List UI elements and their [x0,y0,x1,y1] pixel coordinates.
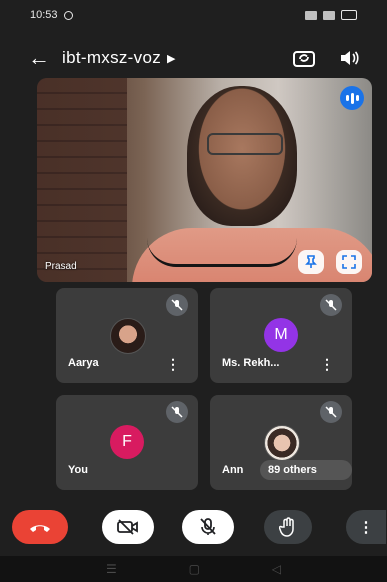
avatar [110,318,146,354]
participant-name: Ms. Rekh... [222,357,280,369]
status-bar: 10:53 [0,0,387,30]
avatar: M [264,318,298,352]
participant-name: You [68,464,88,476]
fullscreen-button[interactable] [336,250,362,274]
participant-tile-others[interactable]: Ann 89 others [210,395,352,490]
end-call-button[interactable] [12,510,68,544]
participant-tile-self[interactable]: F You [56,395,198,490]
caret-right-icon[interactable]: ▶ [167,52,175,65]
mic-off-icon [320,401,342,423]
hand-icon [279,517,294,537]
more-vert-icon: ⋮ [358,519,374,536]
speaker-icon[interactable] [339,49,359,67]
notification-icon [63,10,73,20]
pin-button[interactable] [298,250,324,274]
home-icon[interactable]: ▢ [189,562,200,576]
camera-off-icon [117,519,138,535]
mic-off-icon [166,401,188,423]
meeting-header: ← ibt-mxsz-voz ▶ [0,38,387,78]
more-vert-icon[interactable]: ⋮ [166,357,180,371]
pin-icon [305,255,317,268]
camera-toggle-button[interactable] [102,510,154,544]
mic-off-icon [320,294,342,316]
speaker-glasses [207,133,283,155]
speaking-indicator-icon [340,86,364,110]
main-speaker-video[interactable]: Prasad [37,78,372,282]
recents-icon[interactable]: ☰ [106,562,117,576]
switch-camera-icon[interactable] [293,49,315,67]
fullscreen-icon [342,255,356,269]
battery-icon [341,10,357,20]
back-icon[interactable]: ◁ [272,562,281,576]
participant-name: Aarya [68,357,99,369]
raise-hand-button[interactable] [264,510,312,544]
signal-icon [323,10,335,20]
back-arrow-icon[interactable]: ← [28,45,62,71]
meeting-code[interactable]: ibt-mxsz-voz [62,48,161,68]
avatar: F [110,425,144,459]
speaker-face [187,86,297,226]
participant-tile[interactable]: M Ms. Rekh... ⋮ [210,288,352,383]
mic-off-icon [200,518,216,535]
speaker-name: Prasad [45,261,77,272]
call-controls: ⋮ [0,500,387,552]
more-vert-icon[interactable]: ⋮ [320,357,334,371]
wifi-icon [305,10,317,20]
more-options-button[interactable]: ⋮ [346,510,386,544]
speaker-headset [147,238,297,267]
status-time: 10:53 [30,9,58,21]
others-count-badge[interactable]: 89 others [260,460,352,480]
participant-tile[interactable]: Aarya ⋮ [56,288,198,383]
avatar [264,425,300,461]
participant-name: Ann [222,464,244,476]
system-nav-bar: ☰ ▢ ◁ [0,556,387,582]
video-background [37,78,127,282]
mic-toggle-button[interactable] [182,510,234,544]
mic-off-icon [166,294,188,316]
call-end-icon [30,525,50,532]
